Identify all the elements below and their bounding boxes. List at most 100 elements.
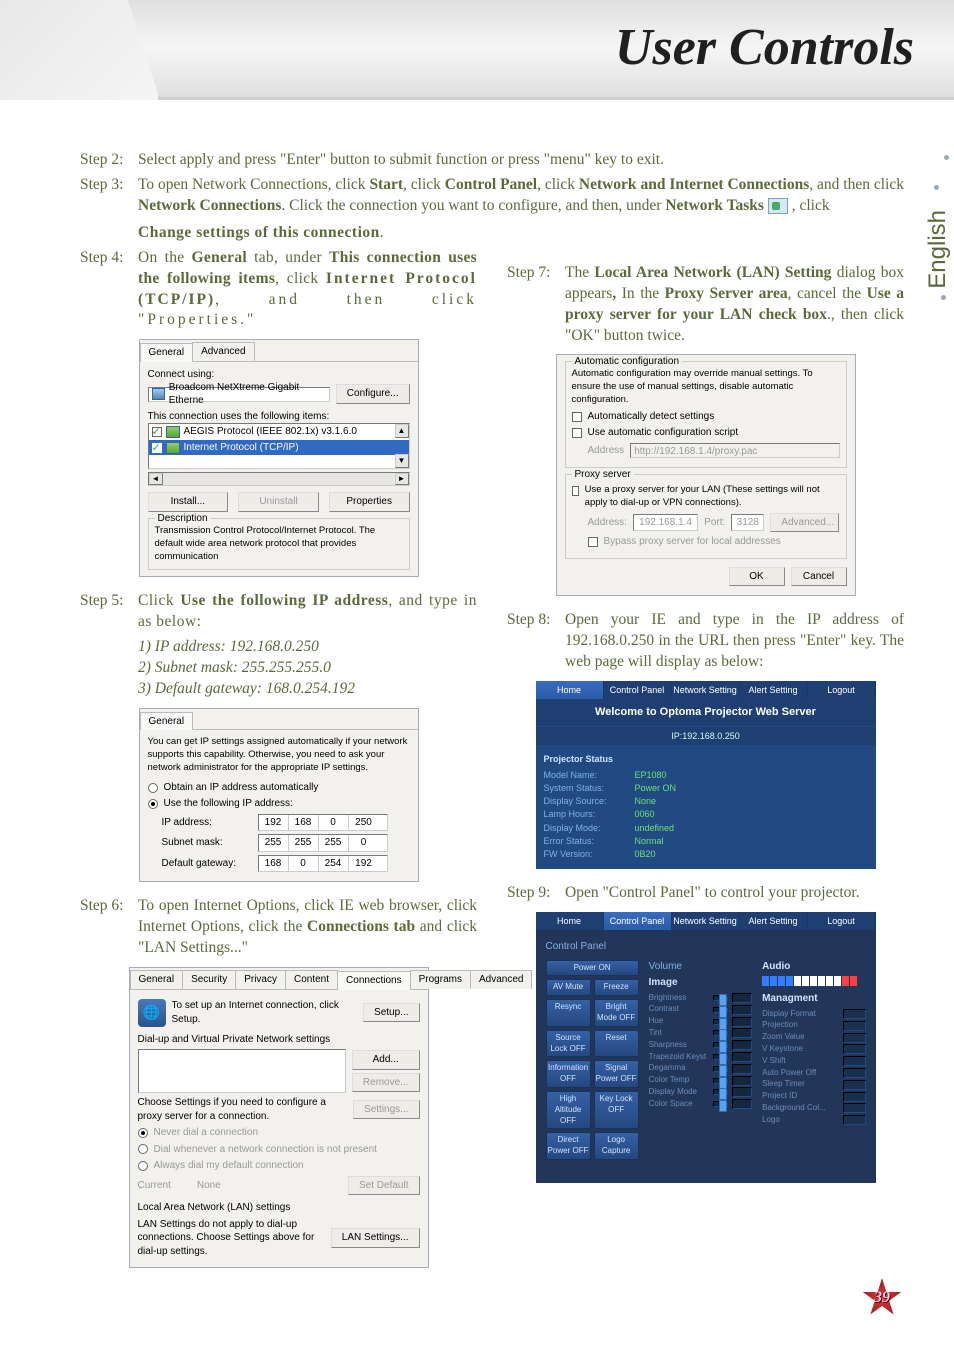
radio-auto[interactable] — [148, 783, 158, 793]
pws-tab-logout[interactable]: Logout — [808, 681, 876, 699]
configure-button[interactable]: Configure... — [336, 384, 410, 404]
settings-button[interactable]: Settings... — [353, 1100, 419, 1120]
scroll-up-icon[interactable]: ▲ — [395, 424, 409, 438]
check-use-proxy[interactable] — [572, 486, 579, 496]
mgmt-value-box[interactable] — [843, 1033, 865, 1043]
lan-settings-button[interactable]: LAN Settings... — [331, 1228, 420, 1248]
cp-button[interactable]: Reset — [594, 1030, 639, 1058]
cp-button[interactable]: Logo Capture — [594, 1132, 639, 1160]
remove-button[interactable]: Remove... — [352, 1073, 420, 1093]
ip-input[interactable]: 1921680250 — [258, 814, 388, 832]
slider[interactable] — [713, 1089, 728, 1095]
radio-dial-when[interactable] — [138, 1144, 148, 1154]
checkbox-icon[interactable] — [152, 443, 162, 453]
cp-tab-network-setting[interactable]: Network Setting — [672, 912, 740, 930]
advanced-button[interactable]: Advanced... — [770, 513, 839, 533]
cp-button[interactable]: Direct Power OFF — [546, 1132, 591, 1160]
mgmt-value-box[interactable] — [843, 1092, 865, 1102]
pws-tab-alert-setting[interactable]: Alert Setting — [740, 681, 808, 699]
uninstall-button[interactable]: Uninstall — [238, 492, 319, 512]
tab-security[interactable]: Security — [182, 970, 236, 989]
install-button[interactable]: Install... — [148, 492, 229, 512]
cancel-button[interactable]: Cancel — [791, 567, 847, 587]
cp-button[interactable]: Resync — [546, 999, 591, 1027]
mgmt-value-box[interactable] — [843, 1021, 865, 1031]
checkbox-icon[interactable] — [152, 427, 162, 437]
tab-privacy[interactable]: Privacy — [235, 970, 286, 989]
tab-programs[interactable]: Programs — [410, 970, 471, 989]
cp-button[interactable]: Power ON — [546, 960, 639, 977]
check-bypass-local[interactable] — [588, 537, 598, 547]
connections-listbox[interactable] — [138, 1049, 346, 1093]
pws-tab-home[interactable]: Home — [536, 681, 604, 699]
slider[interactable] — [713, 1054, 728, 1060]
slider[interactable] — [713, 1078, 728, 1084]
radio-always-dial[interactable] — [138, 1161, 148, 1171]
ip-label: IP address: — [162, 816, 252, 830]
c2: Use automatic configuration script — [588, 426, 739, 440]
tab-connections[interactable]: Connections — [337, 971, 411, 990]
slider[interactable] — [713, 1066, 728, 1072]
mgmt-value-box[interactable] — [843, 1044, 865, 1054]
pws-tab-control-panel[interactable]: Control Panel — [604, 681, 672, 699]
slider[interactable] — [713, 1019, 728, 1025]
cp-button[interactable]: Key Lock OFF — [594, 1091, 639, 1129]
tab-general[interactable]: General — [130, 970, 184, 989]
slider[interactable] — [713, 1101, 728, 1107]
cp-tab-home[interactable]: Home — [536, 912, 604, 930]
mgmt-value-box[interactable] — [843, 1080, 865, 1090]
cp-button[interactable]: High Altitude OFF — [546, 1091, 591, 1129]
cp-button[interactable]: AV Mute — [546, 979, 591, 996]
h-scrollbar[interactable]: ◄► — [148, 472, 410, 486]
slider-label: Contrast — [649, 1004, 709, 1015]
cp-button[interactable]: Freeze — [594, 979, 639, 996]
tab-general[interactable]: General — [140, 343, 194, 362]
add-button[interactable]: Add... — [352, 1050, 420, 1070]
cp-tab-logout[interactable]: Logout — [808, 912, 876, 930]
cp-button[interactable]: Bright Mode OFF — [594, 999, 639, 1027]
mgmt-value-box[interactable] — [843, 1115, 865, 1125]
radio-never-dial[interactable] — [138, 1128, 148, 1138]
tab-advanced[interactable]: Advanced — [192, 342, 254, 361]
list-item[interactable]: AEGIS Protocol (IEEE 802.1x) v3.1.6.0 — [149, 424, 409, 440]
set-default-button[interactable]: Set Default — [348, 1176, 419, 1196]
cp-tab-control-panel[interactable]: Control Panel — [604, 912, 672, 930]
cp-button[interactable]: Information OFF — [546, 1060, 591, 1088]
mgmt-value-box[interactable] — [843, 1009, 865, 1019]
mask-input[interactable]: 2552552550 — [258, 834, 388, 852]
radio-manual[interactable] — [148, 799, 158, 809]
proxy-address-input[interactable]: 192.168.1.4 — [633, 514, 698, 532]
ok-button[interactable]: OK — [729, 567, 785, 587]
mgmt-value-box[interactable] — [843, 1068, 865, 1078]
tab-general[interactable]: General — [140, 712, 194, 731]
check-auto-detect[interactable] — [572, 412, 582, 422]
mgmt-value-box[interactable] — [843, 1056, 865, 1066]
scroll-right-icon[interactable]: ► — [395, 473, 409, 485]
step-4-label: Step 4: — [80, 248, 138, 332]
items-listbox[interactable]: AEGIS Protocol (IEEE 802.1x) v3.1.6.0 In… — [148, 423, 410, 469]
slider[interactable] — [713, 1030, 728, 1036]
pws-tab-network-setting[interactable]: Network Setting — [672, 681, 740, 699]
slider[interactable] — [713, 1007, 728, 1013]
scroll-down-icon[interactable]: ▼ — [395, 454, 409, 468]
mgmt-value-box[interactable] — [843, 1103, 865, 1113]
scroll-left-icon[interactable]: ◄ — [149, 473, 163, 485]
cp-button[interactable]: Signal Power OFF — [594, 1060, 639, 1088]
list-item[interactable]: Internet Protocol (TCP/IP) — [149, 440, 409, 456]
gw-input[interactable]: 1680254192 — [258, 855, 388, 873]
mgmt-row: V Keystone — [762, 1044, 865, 1055]
properties-button[interactable]: Properties — [329, 492, 410, 512]
slider[interactable] — [713, 995, 728, 1001]
audio-level-bar[interactable] — [762, 976, 865, 986]
cp-tab-alert-setting[interactable]: Alert Setting — [740, 912, 808, 930]
proxy-port-input[interactable]: 3128 — [731, 514, 764, 532]
check-use-script[interactable] — [572, 428, 582, 438]
cp-button[interactable]: Source Lock OFF — [546, 1030, 591, 1058]
script-address-input[interactable]: http://192.168.1.4/proxy.pac — [630, 443, 839, 458]
description-title: Description — [155, 512, 211, 526]
slider[interactable] — [713, 1042, 728, 1048]
io-tabs: GeneralSecurityPrivacyContentConnections… — [130, 968, 428, 990]
setup-button[interactable]: Setup... — [363, 1003, 419, 1023]
current-label: Current — [138, 1179, 171, 1193]
tab-content[interactable]: Content — [285, 970, 338, 989]
